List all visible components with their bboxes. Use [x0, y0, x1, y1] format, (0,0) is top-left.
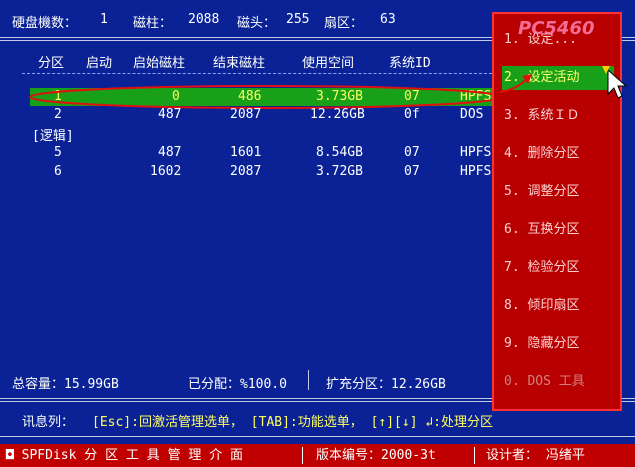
cell-start: 2087 — [230, 107, 262, 122]
version: 版本编号：2000-3t — [316, 448, 436, 463]
menu-item-swap-partition[interactable]: 6. 互换分区 — [504, 218, 616, 242]
cell-size: 07 — [404, 145, 420, 160]
sectors-value: 63 — [380, 12, 396, 27]
menu-item-dump-sector[interactable]: 8. 倾印扇区 — [504, 294, 616, 318]
mouse-cursor-icon — [602, 66, 628, 99]
col-header-partition: 分区 — [38, 56, 65, 71]
menu-item-resize-partition[interactable]: 5. 调整分区 — [504, 180, 616, 204]
header-divider — [22, 73, 492, 74]
heads-label: 磁头： — [237, 16, 277, 31]
sectors-label: 扇区： — [324, 16, 364, 31]
table-row[interactable]: 6 1602 2087 3.72GB 07 HPFS — [30, 163, 496, 181]
designer: 设计者： 冯绪平 — [486, 448, 585, 463]
cell-start: 1601 — [230, 145, 262, 160]
menu-item-delete-partition[interactable]: 4. 删除分区 — [504, 142, 616, 166]
allocated-percent: 已分配：%100.0 — [188, 377, 287, 392]
cell-size: 0f — [404, 107, 420, 122]
total-capacity: 总容量：15.99GB — [12, 377, 119, 392]
cell-boot: 487 — [158, 107, 182, 122]
logical-label: [逻辑] — [32, 129, 74, 144]
cell-end: 12.26GB — [310, 107, 365, 122]
info-divider-bottom — [0, 436, 635, 437]
app-title: ◘ SPFDisk 分 区 工 具 管 理 介 面 — [6, 448, 244, 463]
table-header: 分区 启动 启始磁柱 结束磁柱 使用空间 系统ID — [0, 52, 495, 71]
watermark-logo: PC5460 — [518, 18, 595, 39]
menu-item-dos-tools: 0. DOS 工具 — [504, 374, 585, 389]
status-sep-1 — [302, 447, 303, 464]
cell-boot: 487 — [158, 145, 182, 160]
cylinders-label: 磁柱： — [133, 16, 173, 31]
extended-partition: 扩充分区：12.26GB — [326, 377, 446, 392]
menu-item-check-partition[interactable]: 7. 检验分区 — [504, 256, 616, 280]
col-header-start-cylinder: 启始磁柱 — [133, 56, 186, 71]
heads-value: 255 — [286, 12, 310, 27]
menu-item-hide-partition[interactable]: 9. 隐藏分区 — [504, 332, 616, 356]
col-header-end-cylinder: 结束磁柱 — [213, 56, 266, 71]
cell-end: 3.72GB — [316, 164, 363, 179]
cylinders-value: 2088 — [188, 12, 220, 27]
menu-item-system-id[interactable]: 3. 系统ＩＤ — [504, 104, 616, 128]
cell-partition: 6 — [54, 164, 62, 179]
disk-count-label: 硬盘機数： — [12, 16, 78, 31]
cell-sysid: HPFS — [460, 164, 492, 179]
cell-boot: 1602 — [150, 164, 182, 179]
cell-end: 8.54GB — [316, 145, 363, 160]
red-arrow-icon — [499, 74, 532, 93]
col-header-boot: 启动 — [86, 56, 113, 71]
disk-count: 1 — [100, 12, 108, 27]
col-header-system-id: 系统ID — [389, 56, 431, 71]
info-label: 讯息列： — [22, 415, 75, 430]
summary-divider — [308, 370, 309, 390]
cell-sysid: DOS — [460, 107, 484, 122]
cell-start: 2087 — [230, 164, 262, 179]
table-row[interactable]: 2 487 2087 12.26GB 0f DOS — [30, 106, 496, 124]
cell-partition: 5 — [54, 145, 62, 160]
status-sep-2 — [474, 447, 475, 464]
col-header-used-space: 使用空间 — [302, 56, 355, 71]
status-bar: ◘ SPFDisk 分 区 工 具 管 理 介 面 版本编号：2000-3t 设… — [0, 444, 635, 467]
cell-size: 07 — [404, 164, 420, 179]
cell-partition: 2 — [54, 107, 62, 122]
info-text: [Esc]:回激活管理选单， [TAB]:功能选单， [↑][↓] ↲:处理分区 — [92, 415, 494, 430]
table-row[interactable]: 5 487 1601 8.54GB 07 HPFS — [30, 144, 496, 162]
cell-sysid: HPFS — [460, 145, 492, 160]
